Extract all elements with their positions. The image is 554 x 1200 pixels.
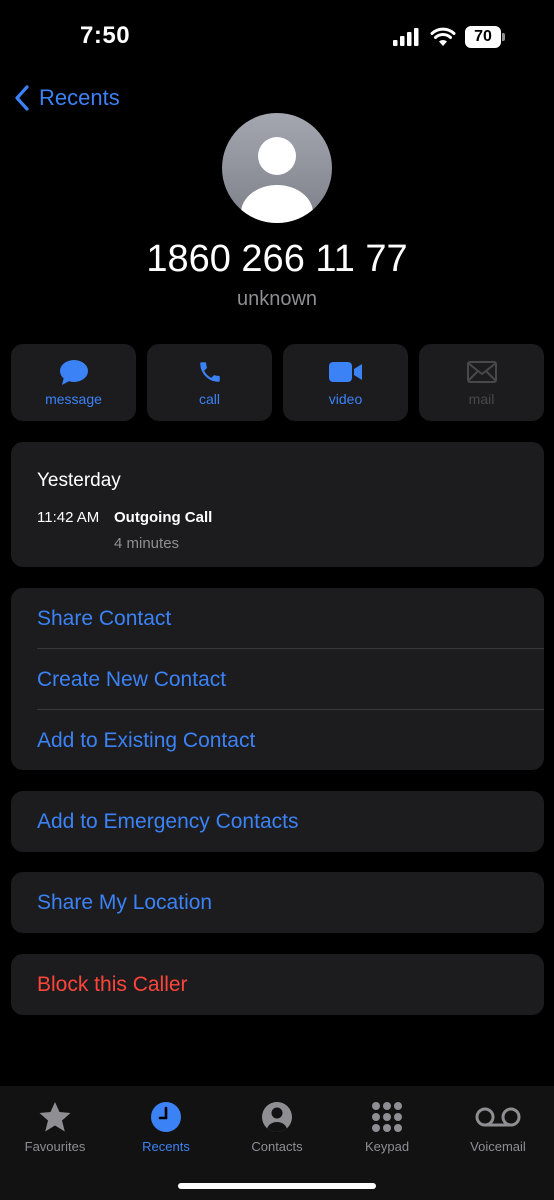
contact-options-group: Share Contact Create New Contact Add to …	[11, 588, 544, 770]
back-button[interactable]: Recents	[14, 82, 120, 114]
mail-label: mail	[468, 391, 495, 407]
message-icon	[59, 359, 88, 385]
block-caller-button[interactable]: Block this Caller	[11, 954, 544, 1015]
phone-icon	[199, 362, 220, 382]
video-icon	[328, 362, 362, 382]
tab-favourites[interactable]: Favourites	[0, 1100, 110, 1160]
avatar	[222, 113, 332, 223]
call-duration: 4 minutes	[114, 535, 180, 552]
tab-recents-label: Recents	[142, 1139, 190, 1154]
tab-contacts[interactable]: Contacts	[222, 1100, 332, 1160]
cellular-signal-icon	[393, 28, 419, 46]
block-group: Block this Caller	[11, 954, 544, 1015]
create-new-contact-button[interactable]: Create New Contact	[11, 649, 544, 710]
mail-icon	[466, 361, 497, 383]
call-history-day: Yesterday	[37, 470, 121, 491]
tab-voicemail-label: Voicemail	[470, 1139, 526, 1154]
tab-voicemail[interactable]: Voicemail	[443, 1100, 553, 1160]
keypad-icon	[372, 1102, 402, 1132]
add-to-emergency-contacts-button[interactable]: Add to Emergency Contacts	[11, 791, 544, 852]
contact-phone-number: 1860 266 11 77	[146, 238, 408, 280]
share-contact-button[interactable]: Share Contact	[11, 588, 544, 649]
battery-indicator: 70	[465, 26, 505, 48]
tab-keypad-label: Keypad	[364, 1139, 410, 1154]
call-type: Outgoing Call	[114, 509, 213, 526]
status-bar: 7:50 70	[0, 0, 554, 76]
call-label: call	[198, 391, 220, 407]
call-button[interactable]: call	[147, 344, 272, 421]
battery-level: 70	[474, 28, 492, 45]
status-time: 7:50	[80, 22, 131, 49]
star-icon	[39, 1102, 71, 1132]
tab-favourites-label: Favourites	[24, 1139, 86, 1154]
wifi-icon	[430, 27, 456, 46]
location-group: Share My Location	[11, 872, 544, 933]
call-history-card: Yesterday 11:42 AM Outgoing Call 4 minut…	[11, 442, 544, 567]
video-button[interactable]: video	[283, 344, 408, 421]
tab-keypad[interactable]: Keypad	[332, 1100, 442, 1160]
tab-recents[interactable]: Recents	[111, 1100, 221, 1160]
person-circle-icon	[262, 1102, 292, 1132]
quick-actions: message call video mail	[11, 344, 544, 421]
video-label: video	[328, 391, 363, 407]
emergency-group: Add to Emergency Contacts	[11, 791, 544, 852]
voicemail-icon	[475, 1107, 521, 1127]
contact-label: unknown	[236, 288, 318, 310]
tab-contacts-label: Contacts	[251, 1139, 303, 1154]
person-silhouette-icon	[241, 137, 313, 223]
message-button[interactable]: message	[11, 344, 136, 421]
home-indicator	[178, 1183, 376, 1189]
chevron-left-icon	[15, 85, 29, 111]
message-label: message	[45, 391, 102, 407]
clock-icon	[151, 1102, 181, 1132]
call-time: 11:42 AM	[37, 509, 100, 526]
share-my-location-button[interactable]: Share My Location	[11, 872, 544, 933]
add-to-existing-contact-button[interactable]: Add to Existing Contact	[11, 710, 544, 771]
back-label: Recents	[39, 85, 120, 110]
mail-button[interactable]: mail	[419, 344, 544, 421]
